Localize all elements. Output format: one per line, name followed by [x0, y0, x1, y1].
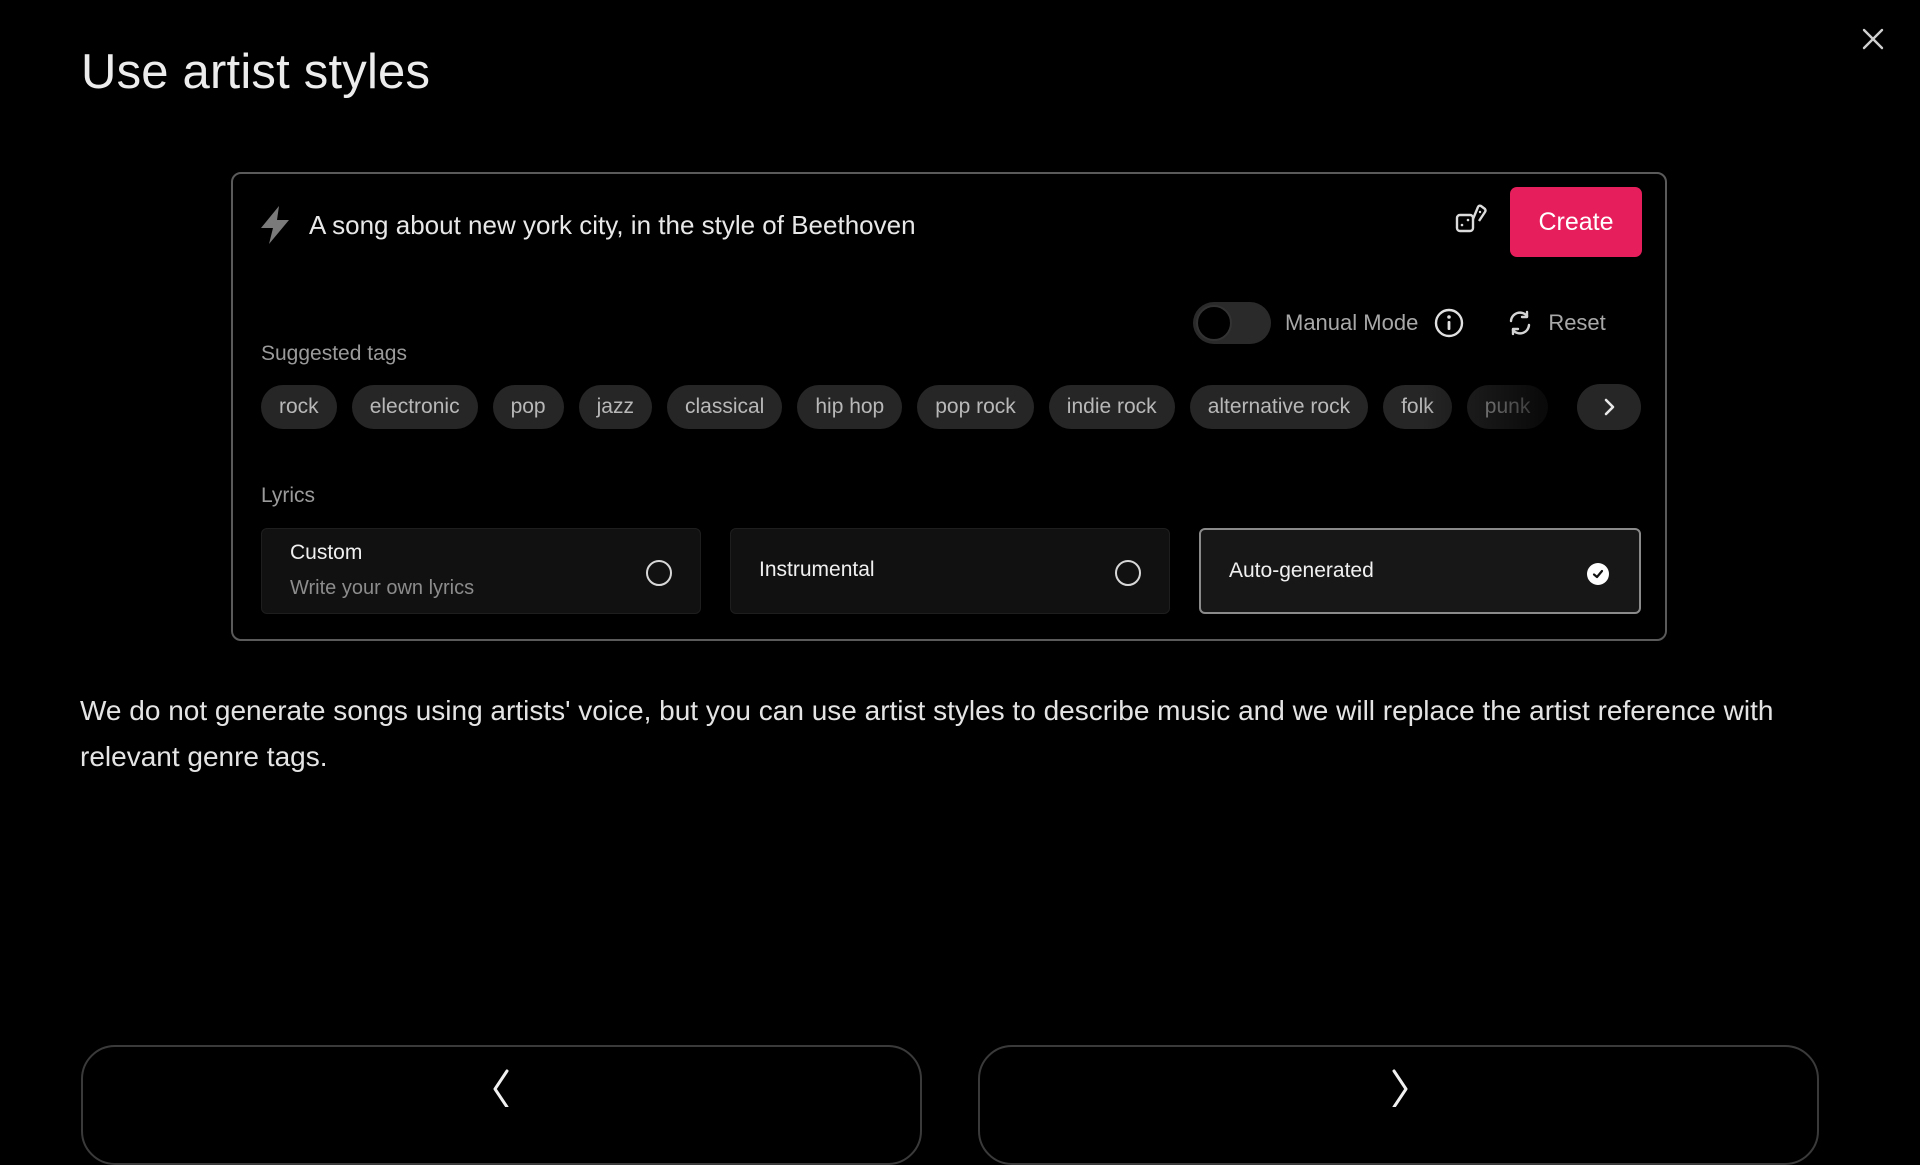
chevron-right-icon — [1604, 398, 1615, 416]
reset-button[interactable]: Reset — [1506, 309, 1606, 337]
chevron-left-icon — [493, 1069, 508, 1107]
mode-controls: Manual Mode Reset — [1193, 300, 1606, 346]
tag-pop[interactable]: pop — [492, 385, 564, 429]
create-button[interactable]: Create — [1510, 187, 1642, 257]
artist-style-notice: We do not generate songs using artists' … — [80, 695, 1774, 772]
lyrics-option-auto-generated[interactable]: Auto-generated — [1199, 528, 1641, 614]
manual-mode-toggle[interactable] — [1193, 302, 1271, 344]
info-icon[interactable] — [1432, 306, 1466, 340]
radio-unchecked-icon[interactable] — [646, 560, 672, 586]
random-prompt-button[interactable] — [1450, 198, 1492, 240]
next-button[interactable] — [978, 1045, 1819, 1165]
previous-button[interactable] — [81, 1045, 922, 1165]
option-title: Instrumental — [759, 558, 875, 581]
suggested-tags-label: Suggested tags — [261, 342, 407, 365]
lyrics-options: Custom Write your own lyrics Instrumenta… — [261, 528, 1641, 614]
close-icon — [1862, 28, 1884, 50]
tag-alternative-rock[interactable]: alternative rock — [1189, 385, 1369, 429]
manual-mode-label: Manual Mode — [1285, 310, 1419, 335]
tag-electronic[interactable]: electronic — [351, 385, 478, 429]
dialog-title: Use artist styles — [81, 45, 431, 99]
tag-hip-hop[interactable]: hip hop — [797, 385, 903, 429]
radio-checked-icon[interactable] — [1587, 563, 1609, 585]
close-button[interactable] — [1856, 22, 1890, 56]
toggle-knob — [1196, 305, 1232, 341]
lyrics-option-instrumental[interactable]: Instrumental — [730, 528, 1170, 614]
tag-pop-rock[interactable]: pop rock — [917, 385, 1034, 429]
tag-folk[interactable]: folk — [1383, 385, 1452, 429]
tag-indie-rock[interactable]: indie rock — [1048, 385, 1175, 429]
radio-unchecked-icon[interactable] — [1115, 560, 1141, 586]
tag-punk[interactable]: punk — [1466, 385, 1549, 429]
tag-rock[interactable]: rock — [261, 385, 337, 429]
lightning-bolt-icon — [255, 203, 295, 247]
tags-scroll-next-button[interactable] — [1577, 384, 1641, 430]
prompt-input[interactable]: A song about new york city, in the style… — [309, 210, 1639, 241]
dice-icon — [1455, 204, 1487, 233]
prompt-row: A song about new york city, in the style… — [255, 200, 1639, 250]
suggested-tags-list: rock electronic pop jazz classical hip h… — [261, 384, 1641, 430]
reset-label: Reset — [1548, 310, 1606, 335]
tag-jazz[interactable]: jazz — [578, 385, 652, 429]
example-prompt-card: A song about new york city, in the style… — [231, 172, 1667, 641]
option-title: Auto-generated — [1229, 559, 1374, 582]
tag-classical[interactable]: classical — [666, 385, 783, 429]
lyrics-option-custom[interactable]: Custom Write your own lyrics — [261, 528, 701, 614]
option-title: Custom — [290, 541, 363, 564]
chevron-right-icon — [1392, 1069, 1407, 1107]
option-subtitle: Write your own lyrics — [290, 577, 475, 599]
lyrics-label: Lyrics — [261, 484, 316, 507]
refresh-icon — [1510, 310, 1531, 336]
